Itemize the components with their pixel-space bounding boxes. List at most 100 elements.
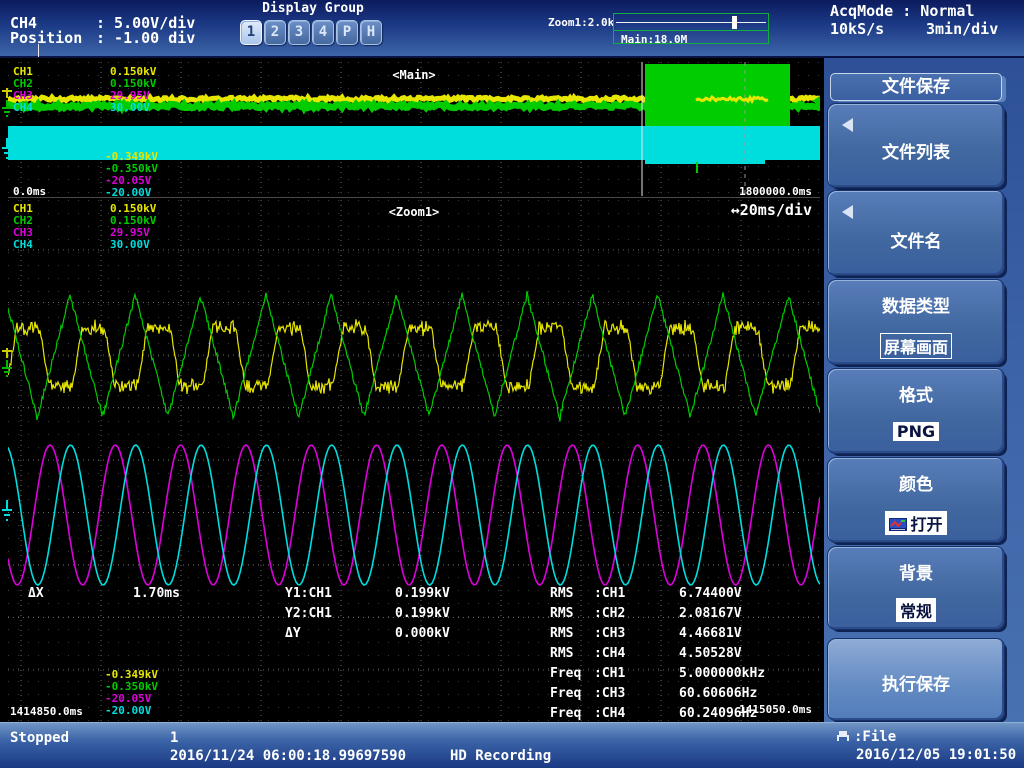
delta-x-value: 1.70ms [133,586,180,601]
main-ch4-label: CH4 [13,101,33,114]
zoom-time-end: 1415050.0ms [660,703,812,716]
menu-item-execute-save[interactable]: 执行保存 [827,638,1005,721]
cursor-y2-label: Y2:CH1 [285,606,332,621]
menu-item-format[interactable]: 格式 PNG [827,368,1005,454]
display-group-buttons: 1 2 3 4 P H [240,20,382,45]
display-group-button-4[interactable]: 4 [312,20,334,45]
measurement-channel: :CH3 [594,626,625,641]
status-bar: Stopped 1 2016/11/24 06:00:18.99697590 H… [0,722,1024,768]
recording-status: HD Recording [450,748,551,764]
zoom-bar-cursor[interactable] [732,16,737,29]
file-output-label: :File [854,729,896,745]
measurement-channel: :CH3 [594,686,625,701]
measurement-func: Freq [550,686,581,701]
zoom-timebase: ↔20ms/div [640,201,812,219]
measurement-value: 60.60606Hz [679,686,757,701]
measurement-value: 5.000000kHz [679,666,765,681]
main-trigger-ground-marker [0,86,14,122]
menu-item-label: 背景 [828,559,1004,584]
display-group-button-p[interactable]: P [336,20,358,45]
position-label: Position [10,29,96,47]
zoom1-waveform-plot [8,200,820,722]
measurement-func: Freq [550,706,581,721]
record-timestamp: 2016/11/24 06:00:18.99697590 [170,748,406,764]
menu-item-value: 屏幕画面 [828,333,1004,359]
main-ch4-value: 30.00V [110,101,150,114]
menu-item-label: 颜色 [828,470,1004,495]
data-type-value: 屏幕画面 [880,333,952,359]
cursor-y2-value: 0.199kV [395,606,450,621]
measurement-func: RMS [550,586,573,601]
zoom-position-bar[interactable] [613,13,769,31]
zoom-ch4-label: CH4 [13,238,33,251]
sample-rate: 10kS/s [830,20,926,38]
menu-item-label: 执行保存 [828,670,1004,695]
measurement-func: RMS [550,606,573,621]
main-time-start: 0.0ms [13,185,46,198]
acquisition-status: Stopped [10,730,69,746]
menu-title: 文件保存 [831,74,1001,100]
acq-mode: AcqMode : Normal [830,2,975,20]
menu-item-value: 常规 [828,598,1004,622]
display-group-button-3[interactable]: 3 [288,20,310,45]
cursor-y1-label: Y1:CH1 [285,586,332,601]
left-arrow-icon [842,205,853,219]
menu-item-label: 格式 [828,381,1004,406]
menu-item-label: 文件列表 [828,138,1004,163]
measurement-func: RMS [550,626,573,641]
zoom-time-start: 1414850.0ms [10,705,83,718]
main-time-end: 1800000.0ms [660,185,812,198]
measurement-channel: :CH4 [594,646,625,661]
delta-x-label: ΔX [28,586,44,601]
text-caret [38,44,39,57]
record-number: 1 [170,730,178,746]
measurement-value: 4.46681V [679,626,742,641]
cursor-y1-value: 0.199kV [395,586,450,601]
menu-item-value: PNG [828,422,1004,441]
menu-item-file-name[interactable]: 文件名 [827,190,1005,276]
main-ch4-lower-value: -20.00V [105,186,151,199]
time-per-div: 3min/div [926,20,998,38]
acq-rate-line: 10kS/s3min/div [830,20,998,38]
waveform-display-area: <Main> CH1 CH2 CH3 CH4 0.150kV 0.150kV 2… [0,58,824,722]
zoom-ratio-label: Zoom1:2.0k [548,16,610,29]
measurement-value: 4.50528V [679,646,742,661]
menu-item-file-list[interactable]: 文件列表 [827,103,1005,188]
main-ch4-position-marker[interactable] [812,138,820,148]
color-value: 打开 [910,515,942,534]
current-datetime: 2016/12/05 19:01:50 [856,747,1016,763]
display-group-button-2[interactable]: 2 [264,20,286,45]
measurement-channel: :CH4 [594,706,625,721]
zoom-trigger-ground-marker [0,346,14,382]
header-bar: CH4: 5.00V/div Position: -1.00 div Displ… [0,0,1024,58]
left-arrow-icon [842,118,853,132]
measurement-channel: :CH1 [594,666,625,681]
main-ch2-position-marker[interactable] [812,96,820,106]
color-display-icon [889,518,907,531]
menu-item-color[interactable]: 颜色 打开 [827,457,1005,543]
delta-y-label: ΔY [285,626,301,641]
main-record-length-label: Main:18.0M [621,33,687,46]
menu-item-value: 打开 [828,511,1004,535]
measurement-value: 6.74400V [679,586,742,601]
zoom-ch4-value: 30.00V [110,238,150,251]
zoom-bar-record-line [616,22,766,23]
zoom-ch4-lower-value: -20.00V [105,704,151,717]
menu-item-label: 数据类型 [828,292,1004,317]
menu-title-button[interactable]: 文件保存 [830,73,1002,101]
delta-y-value: 0.000kV [395,626,450,641]
position-value: : -1.00 div [96,29,195,47]
display-group-label: Display Group [238,1,388,16]
main-ch4-ground-marker [0,136,14,166]
menu-item-data-type[interactable]: 数据类型 屏幕画面 [827,279,1005,365]
menu-item-background[interactable]: 背景 常规 [827,546,1005,630]
display-group-button-1[interactable]: 1 [240,20,262,45]
soft-menu-panel: 文件保存 文件列表 文件名 数据类型 屏幕画面 格式 PNG 颜色 打开 背景 … [824,58,1024,722]
format-value: PNG [893,422,939,441]
measurement-func: RMS [550,646,573,661]
zoom-ch4-ground-marker [0,498,14,528]
background-value: 常规 [896,598,936,622]
measurement-func: Freq [550,666,581,681]
measurement-value: 2.08167V [679,606,742,621]
display-group-button-h[interactable]: H [360,20,382,45]
